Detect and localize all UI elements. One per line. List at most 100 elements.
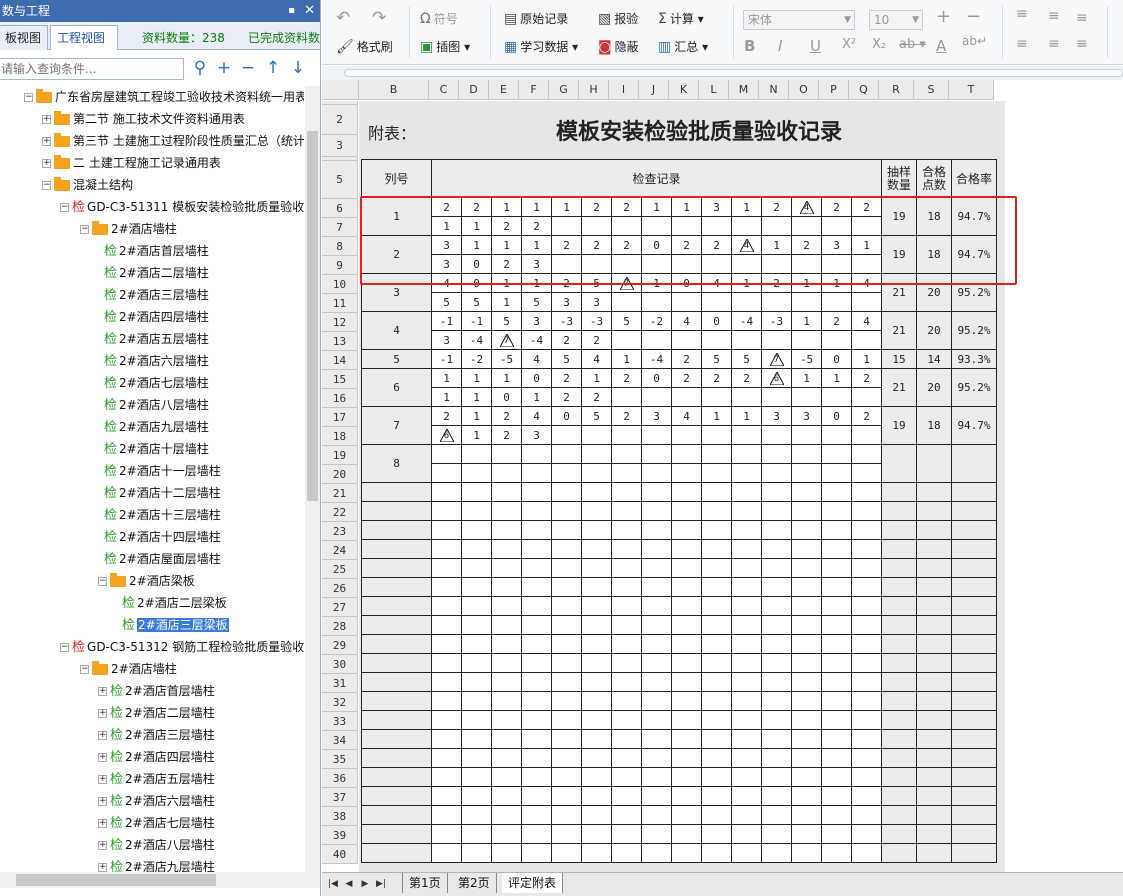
record-cell[interactable]: 2 <box>611 235 642 255</box>
record-cell[interactable]: 7 <box>491 330 522 350</box>
empty-cell[interactable] <box>701 710 732 730</box>
empty-cell[interactable] <box>431 596 462 616</box>
empty-cell[interactable] <box>761 786 792 806</box>
empty-cell[interactable] <box>761 634 792 654</box>
tree-node[interactable]: 检 2#酒店首层墙柱 <box>104 240 209 262</box>
empty-cell[interactable] <box>821 729 852 749</box>
record-cell[interactable]: 0 <box>821 349 852 369</box>
empty-cell[interactable] <box>521 786 552 806</box>
empty-cell[interactable] <box>701 577 732 597</box>
record-cell[interactable]: 1 <box>521 235 552 255</box>
empty-cell[interactable] <box>521 539 552 559</box>
empty-cell[interactable] <box>851 786 882 806</box>
scroll-thumb[interactable] <box>307 131 318 501</box>
empty-cell[interactable] <box>641 482 672 502</box>
empty-cell[interactable] <box>761 805 792 825</box>
underline-icon[interactable]: U <box>810 37 821 55</box>
record-cell[interactable] <box>551 463 582 483</box>
record-cell[interactable]: -2 <box>641 311 672 331</box>
row-header[interactable]: 10 <box>322 275 358 294</box>
empty-cell[interactable] <box>701 805 732 825</box>
undo-icon[interactable]: ↶ <box>336 8 350 28</box>
empty-cell[interactable] <box>461 748 492 768</box>
empty-cell[interactable] <box>641 672 672 692</box>
record-cell[interactable] <box>761 330 792 350</box>
empty-cell[interactable] <box>821 482 852 502</box>
row-header[interactable]: 8 <box>322 237 358 256</box>
empty-cell[interactable] <box>521 805 552 825</box>
empty-cell[interactable] <box>581 843 612 863</box>
record-cell[interactable]: 2 <box>701 235 732 255</box>
column-header[interactable]: N <box>759 80 789 100</box>
empty-cell[interactable] <box>581 805 612 825</box>
record-cell[interactable]: 5 <box>431 292 462 312</box>
record-cell[interactable]: 2 <box>701 368 732 388</box>
column-header[interactable]: K <box>669 80 699 100</box>
empty-cell[interactable] <box>491 482 522 502</box>
empty-cell[interactable] <box>731 634 762 654</box>
record-cell[interactable] <box>581 254 612 274</box>
empty-cell[interactable] <box>671 653 702 673</box>
empty-cell[interactable] <box>431 729 462 749</box>
empty-cell[interactable] <box>361 577 432 597</box>
row-header[interactable]: 2 <box>322 105 358 135</box>
record-cell[interactable]: 2 <box>431 406 462 426</box>
tree-node[interactable]: − 2#酒店梁板 <box>98 570 195 592</box>
first-sheet-icon[interactable]: |◀ <box>326 876 340 892</box>
record-cell[interactable]: -4 <box>521 330 552 350</box>
empty-cell[interactable] <box>461 672 492 692</box>
record-cell[interactable] <box>671 387 702 407</box>
record-cell[interactable]: 5 <box>731 349 762 369</box>
empty-cell[interactable] <box>791 710 822 730</box>
record-cell[interactable] <box>641 292 672 312</box>
empty-cell[interactable] <box>431 691 462 711</box>
record-cell[interactable]: 0 <box>461 273 492 293</box>
empty-cell[interactable] <box>581 729 612 749</box>
record-cell[interactable]: 1 <box>521 197 552 217</box>
empty-cell[interactable] <box>431 634 462 654</box>
collapse-icon[interactable]: − <box>60 643 69 652</box>
record-cell[interactable]: 1 <box>431 387 462 407</box>
empty-cell[interactable] <box>461 843 492 863</box>
row-header[interactable]: 34 <box>322 731 358 750</box>
scroll-thumb-h[interactable] <box>16 874 216 886</box>
record-cell[interactable]: 5 <box>581 406 612 426</box>
empty-cell[interactable] <box>791 482 822 502</box>
record-cell[interactable] <box>671 254 702 274</box>
empty-cell[interactable] <box>521 672 552 692</box>
column-header[interactable]: I <box>609 80 639 100</box>
empty-cell[interactable] <box>491 805 522 825</box>
tree-node[interactable]: − 广东省房屋建筑工程竣工验收技术资料统一用表 <box>24 86 304 108</box>
record-cell[interactable] <box>731 330 762 350</box>
column-header[interactable]: Q <box>849 80 879 100</box>
scroll-thumb[interactable] <box>344 69 1123 77</box>
empty-cell[interactable] <box>611 729 642 749</box>
empty-cell[interactable] <box>611 767 642 787</box>
empty-cell[interactable] <box>791 501 822 521</box>
subscript-icon[interactable]: X₂ <box>872 37 886 52</box>
record-cell[interactable]: -1 <box>431 349 462 369</box>
record-cell[interactable]: 2 <box>491 406 522 426</box>
tree-node[interactable]: 检 2#酒店三层梁板 <box>122 614 229 636</box>
empty-cell[interactable] <box>611 501 642 521</box>
empty-cell[interactable] <box>461 615 492 635</box>
empty-cell[interactable] <box>791 653 822 673</box>
record-cell[interactable] <box>431 444 462 464</box>
empty-cell[interactable] <box>361 672 432 692</box>
record-cell[interactable] <box>761 444 792 464</box>
empty-cell[interactable] <box>361 634 432 654</box>
empty-cell[interactable] <box>821 520 852 540</box>
empty-cell[interactable] <box>431 615 462 635</box>
empty-cell[interactable] <box>431 653 462 673</box>
empty-cell[interactable] <box>431 824 462 844</box>
empty-cell[interactable] <box>361 786 432 806</box>
record-cell[interactable]: 4 <box>671 406 702 426</box>
record-cell[interactable]: 7 <box>611 273 642 293</box>
empty-cell[interactable] <box>761 843 792 863</box>
empty-cell[interactable] <box>671 805 702 825</box>
empty-cell[interactable] <box>491 615 522 635</box>
empty-cell[interactable] <box>731 596 762 616</box>
empty-cell[interactable] <box>851 501 882 521</box>
empty-cell[interactable] <box>361 539 432 559</box>
record-cell[interactable] <box>821 292 852 312</box>
